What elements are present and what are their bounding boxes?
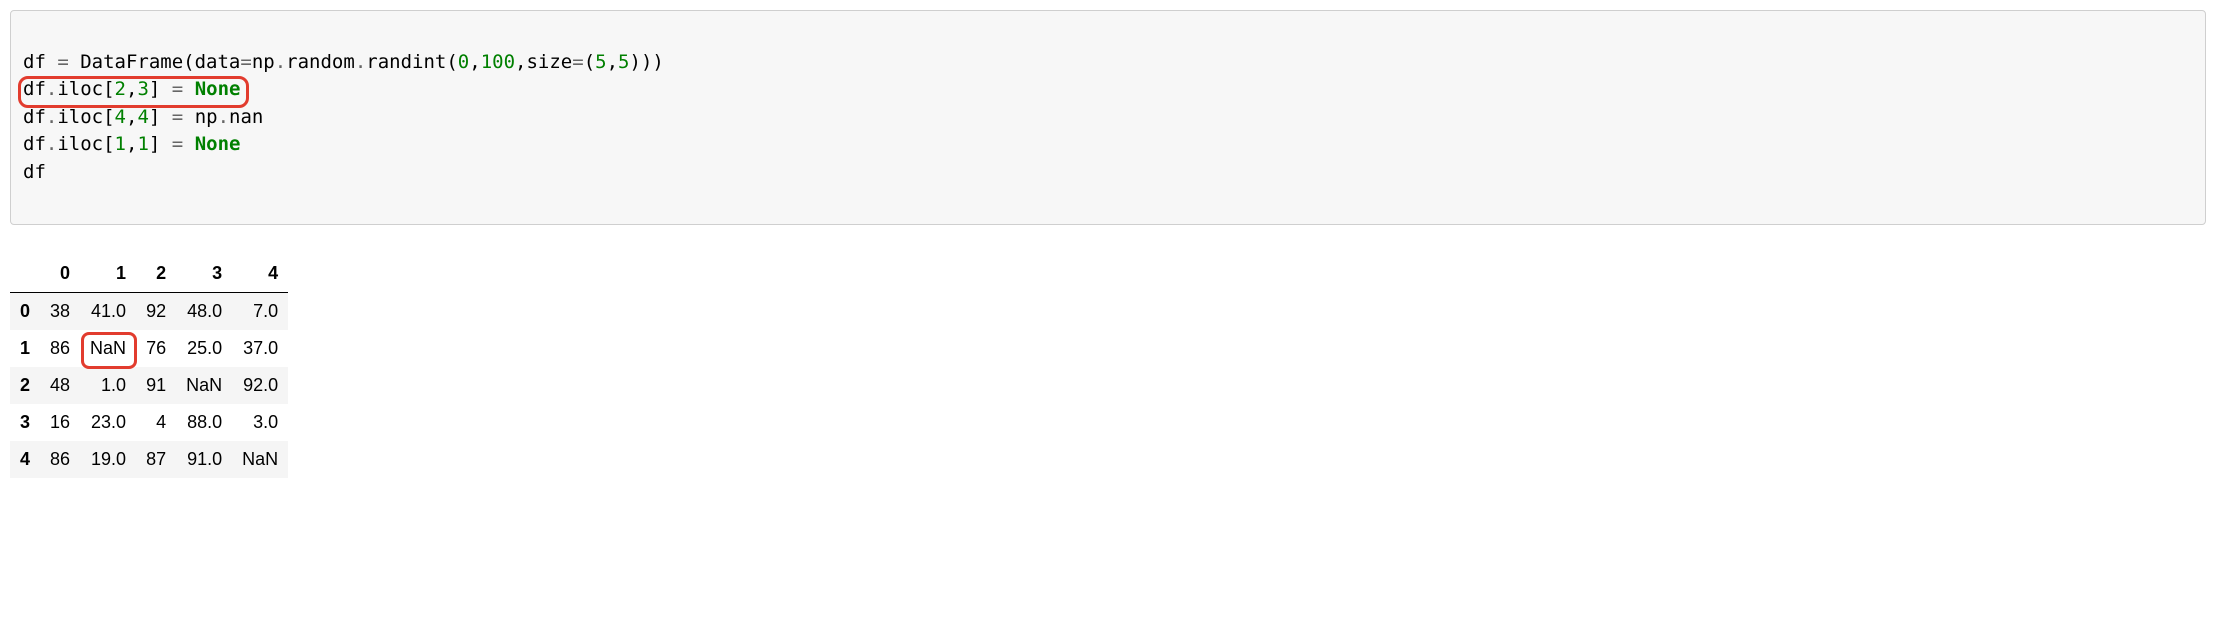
table-cell: NaN — [176, 367, 232, 404]
table-row: 4 86 19.0 87 91.0 NaN — [10, 441, 288, 478]
code-line-1: df = DataFrame(data=np.random.randint(0,… — [23, 51, 664, 73]
table-cell: 86 — [40, 330, 80, 367]
table-cell: 87 — [136, 441, 176, 478]
row-header: 1 — [10, 330, 40, 367]
col-header: 2 — [136, 255, 176, 293]
code-line-4: df.iloc[1,1] = None — [23, 133, 240, 155]
table-cell: NaN — [232, 441, 288, 478]
table-cell: 92.0 — [232, 367, 288, 404]
row-header: 4 — [10, 441, 40, 478]
table-header-row: 0 1 2 3 4 — [10, 255, 288, 293]
code-line-2: df.iloc[2,3] = None — [23, 78, 240, 100]
table-cell: 16 — [40, 404, 80, 441]
code-cell: df = DataFrame(data=np.random.randint(0,… — [10, 10, 2206, 225]
table-row: 1 86 NaN 76 25.0 37.0 — [10, 330, 288, 367]
table-cell: NaN — [80, 330, 136, 367]
table-cell: 41.0 — [80, 292, 136, 330]
table-cell: 86 — [40, 441, 80, 478]
table-cell: 38 — [40, 292, 80, 330]
table-cell: 91 — [136, 367, 176, 404]
code-line-3: df.iloc[4,4] = np.nan — [23, 106, 263, 128]
col-header: 3 — [176, 255, 232, 293]
table-row: 2 48 1.0 91 NaN 92.0 — [10, 367, 288, 404]
table-cell: 4 — [136, 404, 176, 441]
row-header: 2 — [10, 367, 40, 404]
table-cell: 7.0 — [232, 292, 288, 330]
table-cell: 88.0 — [176, 404, 232, 441]
table-cell: 1.0 — [80, 367, 136, 404]
table-cell: 76 — [136, 330, 176, 367]
table-cell: 37.0 — [232, 330, 288, 367]
table-cell: 19.0 — [80, 441, 136, 478]
table-corner — [10, 255, 40, 293]
output-area: 0 1 2 3 4 0 38 41.0 92 48.0 7.0 1 — [10, 255, 2206, 484]
table-cell: 25.0 — [176, 330, 232, 367]
table-cell: 3.0 — [232, 404, 288, 441]
col-header: 4 — [232, 255, 288, 293]
row-header: 3 — [10, 404, 40, 441]
col-header: 1 — [80, 255, 136, 293]
table-cell: 23.0 — [80, 404, 136, 441]
table-cell: 92 — [136, 292, 176, 330]
dataframe-table: 0 1 2 3 4 0 38 41.0 92 48.0 7.0 1 — [10, 255, 288, 478]
col-header: 0 — [40, 255, 80, 293]
table-cell: 91.0 — [176, 441, 232, 478]
code-line-5: df — [23, 161, 46, 183]
table-row: 3 16 23.0 4 88.0 3.0 — [10, 404, 288, 441]
row-header: 0 — [10, 292, 40, 330]
table-cell: 48.0 — [176, 292, 232, 330]
table-row: 0 38 41.0 92 48.0 7.0 — [10, 292, 288, 330]
table-cell: 48 — [40, 367, 80, 404]
